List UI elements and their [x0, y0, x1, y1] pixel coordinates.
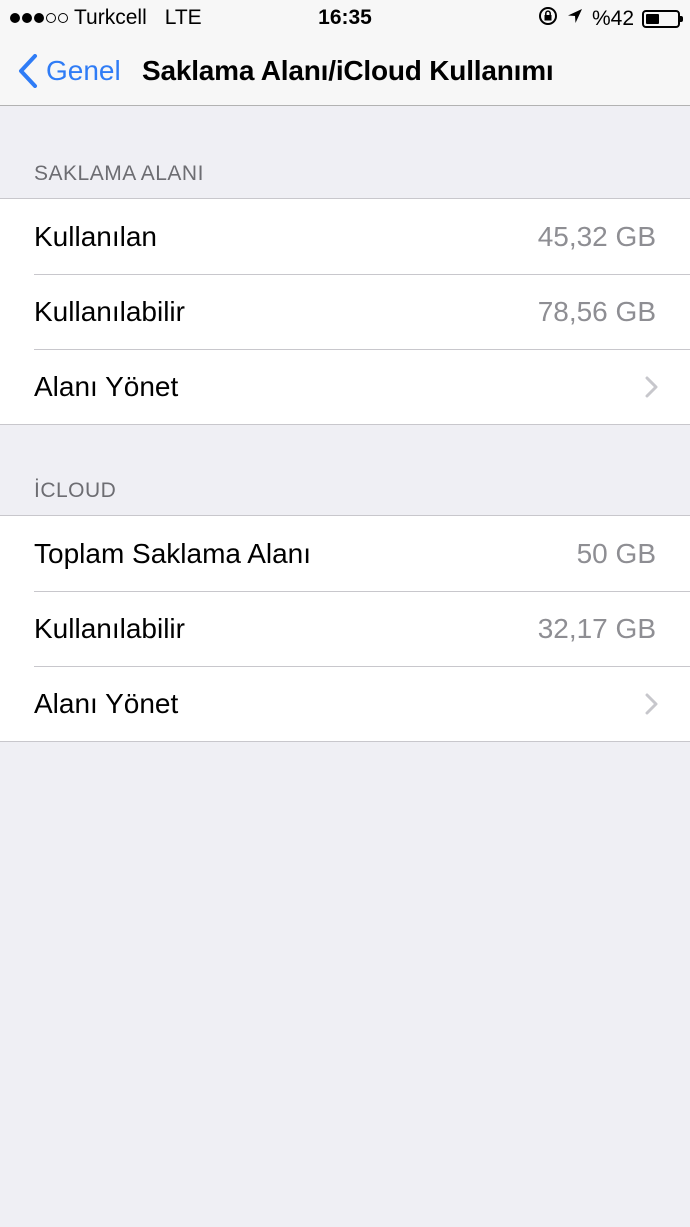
- row-label: Kullanılabilir: [34, 295, 185, 327]
- row-value: 78,56 GB: [537, 295, 656, 327]
- row-label: Alanı Yönet: [34, 370, 179, 402]
- battery-icon: [642, 10, 683, 28]
- icloud-group: Toplam Saklama Alanı 50 GB Kullanılabili…: [0, 515, 690, 742]
- orientation-lock-icon: [538, 6, 558, 32]
- back-button-label: Genel: [46, 55, 121, 86]
- navigation-bar: Genel Saklama Alanı/iCloud Kullanımı: [0, 36, 690, 106]
- battery-fill: [646, 14, 659, 24]
- row-icloud-available: Kullanılabilir 32,17 GB: [0, 591, 690, 666]
- row-value: 50 GB: [576, 537, 656, 569]
- back-button[interactable]: Genel: [18, 36, 121, 106]
- row-label: Toplam Saklama Alanı: [34, 537, 312, 569]
- row-label: Kullanılabilir: [34, 612, 185, 644]
- row-value: 45,32 GB: [537, 220, 656, 252]
- row-icloud-manage[interactable]: Alanı Yönet: [0, 666, 690, 741]
- status-bar: Turkcell LTE 16:35 %42: [0, 0, 690, 36]
- chevron-right-icon: [645, 376, 658, 398]
- chevron-left-icon: [19, 54, 37, 88]
- battery-percent: %42: [591, 7, 634, 30]
- location-arrow-icon: [566, 7, 584, 31]
- section-header-storage: SAKLAMA ALANI: [34, 162, 204, 185]
- row-label: Alanı Yönet: [34, 687, 179, 719]
- section-header-icloud: İCLOUD: [34, 479, 117, 502]
- row-storage-used: Kullanılan 45,32 GB: [0, 199, 690, 274]
- page-title: Saklama Alanı/iCloud Kullanımı: [142, 55, 554, 86]
- row-icloud-total: Toplam Saklama Alanı 50 GB: [0, 516, 690, 591]
- chevron-right-icon: [645, 693, 658, 715]
- row-storage-available: Kullanılabilir 78,56 GB: [0, 274, 690, 349]
- row-value: 32,17 GB: [537, 612, 656, 644]
- status-right: %42: [538, 6, 683, 32]
- row-storage-manage[interactable]: Alanı Yönet: [0, 349, 690, 424]
- row-label: Kullanılan: [34, 220, 157, 252]
- storage-group: Kullanılan 45,32 GB Kullanılabilir 78,56…: [0, 198, 690, 425]
